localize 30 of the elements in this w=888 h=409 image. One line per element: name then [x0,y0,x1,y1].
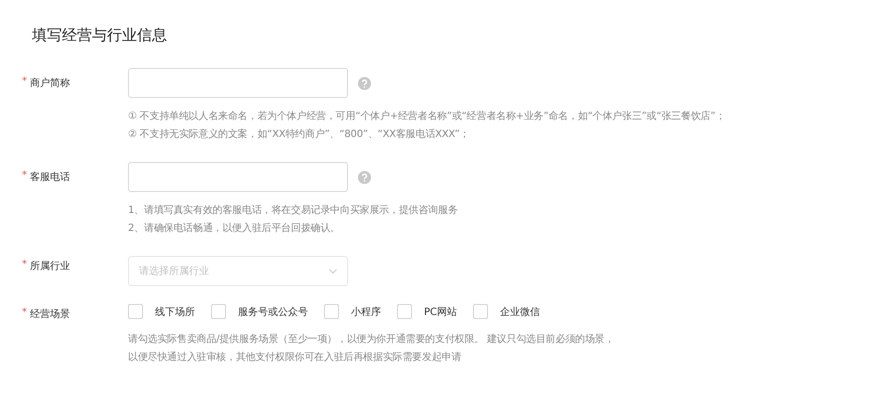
hint-text: 以便尽快通过入驻审核，其他支付权限你可在入驻后再根据实际需要发起申请 [128,350,462,365]
field-label: 客服电话 [30,170,70,185]
required-asterisk: * [22,76,27,89]
help-icon[interactable] [358,76,371,90]
checkbox-label[interactable]: 服务号或公众号 [238,304,308,318]
checkbox[interactable] [128,304,143,319]
checkbox[interactable] [211,304,226,319]
field-label: 所属行业 [30,260,70,274]
hint-text: ② 不支持无实际意义的文案，如“XX特约商户”、“800”、“XX客服电话XXX”； [128,128,470,142]
required-asterisk: * [22,259,27,272]
checkbox[interactable] [324,304,339,319]
input-field[interactable] [128,162,348,192]
field-label: 商户简称 [30,76,70,91]
required-asterisk: * [22,170,27,183]
hint-text: ① 不支持单纯以人名来命名，若为个体户经营，可用“个体户+经营者名称”或“经营者名称+业务”命名，如“个体户张三”或“张三餐饮店”； [128,110,726,124]
section-title: 填写经营与行业信息 [32,26,168,45]
required-asterisk: * [22,307,27,320]
checkbox-label[interactable]: 小程序 [351,304,381,318]
help-icon[interactable] [358,170,371,184]
checkbox[interactable] [473,304,488,319]
input-field[interactable] [128,68,348,98]
checkbox[interactable] [397,304,412,319]
hint-text: 1、请填写真实有效的客服电话，将在交易记录中向买家展示，提供咨询服务 [128,204,459,218]
checkbox-label[interactable]: 线下场所 [155,304,195,318]
chevron-down-icon [329,268,337,274]
hint-text: 2、请确保电话畅通，以便入驻后平台回拨确认。 [128,222,341,236]
checkbox-label[interactable]: PC网站 [424,304,458,318]
hint-text: 请勾选实际售卖商品/提供服务场景（至少一项），以便为你开通需要的支付权限。 建议只勾选目前必须的场景， [128,332,616,347]
field-label: 经营场景 [30,308,70,322]
checkbox-label[interactable]: 企业微信 [500,304,540,318]
